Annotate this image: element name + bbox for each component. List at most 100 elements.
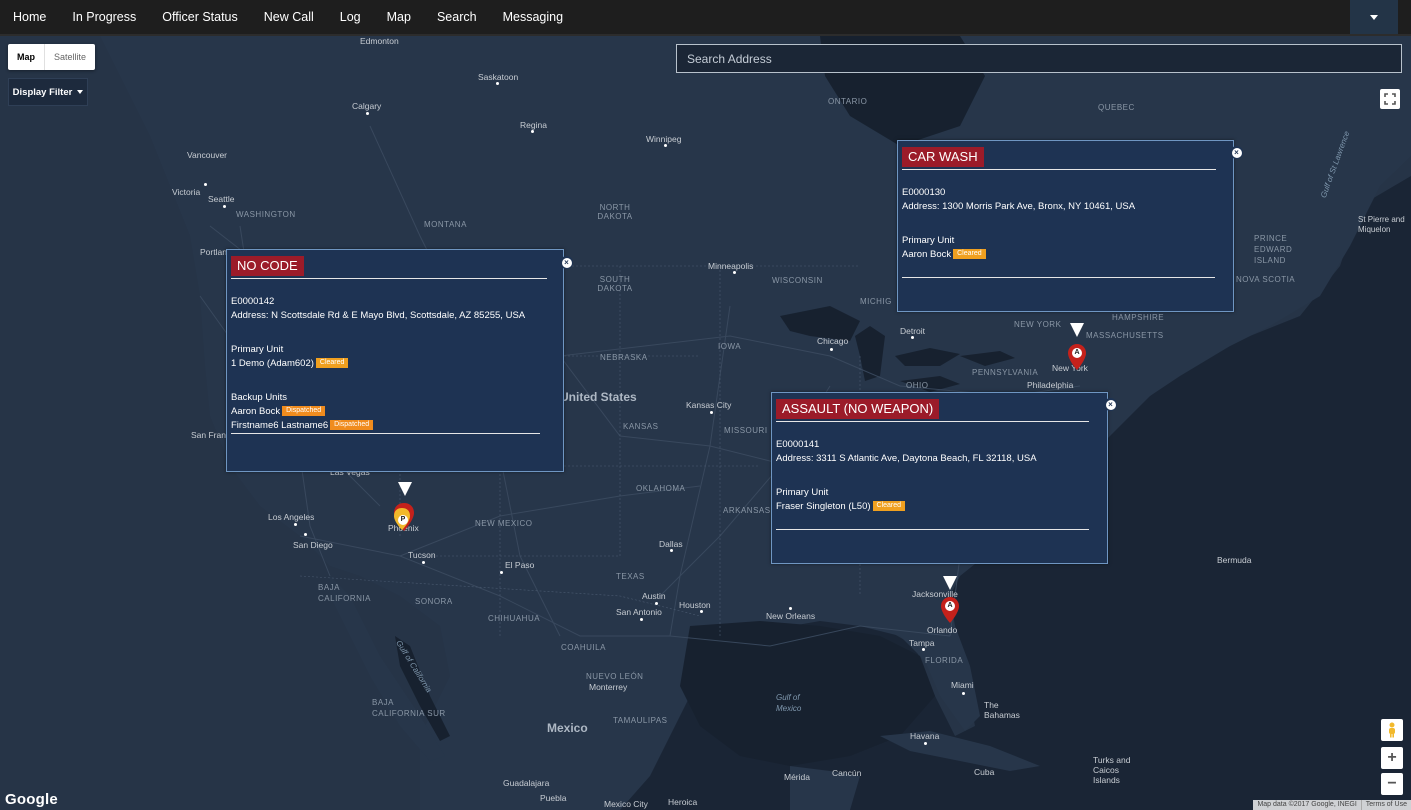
chevron-down-icon: [77, 90, 84, 94]
status-badge: Cleared: [953, 249, 986, 260]
map-type-satellite-button[interactable]: Satellite: [44, 44, 95, 70]
marker-letter: A: [945, 601, 955, 611]
zoom-out-button[interactable]: −: [1381, 773, 1403, 795]
label-bermuda: Bermuda: [1217, 555, 1252, 565]
label-hampshire: HAMPSHIRE: [1112, 313, 1165, 322]
label-regina: Regina: [520, 120, 547, 130]
close-icon: ×: [1231, 147, 1242, 158]
popup-close-button[interactable]: ×: [560, 256, 573, 269]
label-michigan: MICHIG: [860, 297, 892, 306]
label-new-mexico: NEW MEXICO: [475, 519, 533, 528]
map-canvas[interactable]: Edmonton Saskatoon Calgary Regina ONTARI…: [0, 36, 1411, 810]
label-pennsylvania: PENNSYLVANIA: [972, 368, 1039, 377]
popup-call-title: NO CODE: [231, 256, 304, 276]
top-navbar: Home In Progress Officer Status New Call…: [0, 0, 1411, 36]
status-badge: Dispatched: [282, 406, 326, 417]
popup-backup-label: Backup Units: [231, 392, 287, 403]
incident-marker-phoenix[interactable]: P: [390, 482, 420, 542]
label-kansas-city: Kansas City: [686, 400, 732, 410]
label-austin: Austin: [642, 591, 666, 601]
nav-messaging[interactable]: Messaging: [490, 0, 576, 34]
nav-search[interactable]: Search: [424, 0, 490, 34]
display-filter-button[interactable]: Display Filter: [8, 78, 88, 106]
marker-letter: A: [1072, 348, 1082, 358]
label-los-angeles: Los Angeles: [268, 512, 315, 522]
label-chihuahua: CHIHUAHUA: [488, 614, 541, 623]
label-iowa: IOWA: [718, 342, 742, 351]
nav-in-progress[interactable]: In Progress: [59, 0, 149, 34]
incident-marker-orlando[interactable]: A: [936, 576, 966, 626]
close-icon: ×: [1105, 399, 1116, 410]
label-merida: Mérida: [784, 772, 810, 782]
label-ohio: OHIO: [906, 381, 929, 390]
label-chicago: Chicago: [817, 336, 849, 346]
label-missouri: MISSOURI: [724, 426, 768, 435]
label-gulf-mexico: Gulf of Mexico: [776, 693, 802, 713]
incident-popup-car-wash: CAR WASH E0000130 Address: 1300 Morris P…: [897, 140, 1234, 312]
popup-primary-unit: 1 Demo (Adam602): [231, 358, 314, 369]
label-miami: Miami: [951, 680, 974, 690]
label-united-states: United States: [560, 390, 637, 404]
label-cuba: Cuba: [974, 767, 995, 777]
label-monterrey: Monterrey: [589, 682, 628, 692]
nav-map[interactable]: Map: [374, 0, 424, 34]
nav-log[interactable]: Log: [327, 0, 374, 34]
label-turks-caicos: Turks and Caicos Islands: [1093, 755, 1131, 785]
display-filter-label: Display Filter: [12, 86, 73, 98]
label-texas: TEXAS: [616, 572, 645, 581]
label-seattle: Seattle: [208, 194, 235, 204]
nav-new-call[interactable]: New Call: [251, 0, 327, 34]
label-nebraska: NEBRASKA: [600, 353, 648, 362]
popup-primary-unit: Fraser Singleton (L50): [776, 501, 871, 512]
user-menu-dropdown[interactable]: [1350, 0, 1398, 34]
selected-arrow-icon: [1070, 323, 1084, 337]
popup-backup-unit: Aaron Bock: [231, 406, 281, 417]
label-puebla: Puebla: [540, 793, 567, 803]
popup-primary-unit: Aaron Bock: [902, 249, 952, 260]
popup-event-id: E0000130: [902, 187, 946, 198]
label-cancun: Cancún: [832, 768, 862, 778]
label-havana: Havana: [910, 731, 940, 741]
label-dallas: Dallas: [659, 539, 683, 549]
label-mexico-city: Mexico City: [604, 799, 648, 809]
popup-close-button[interactable]: ×: [1230, 146, 1243, 159]
popup-call-title: CAR WASH: [902, 147, 984, 167]
incident-popup-no-code: NO CODE E0000142 Address: N Scottsdale R…: [226, 249, 564, 472]
popup-body: E0000141 Address: 3311 S Atlantic Ave, D…: [776, 438, 1037, 514]
search-address-input[interactable]: [676, 44, 1402, 73]
zoom-in-button[interactable]: +: [1381, 747, 1403, 769]
nav-officer-status[interactable]: Officer Status: [149, 0, 251, 34]
label-san-diego: San Diego: [293, 540, 333, 550]
status-badge: Cleared: [315, 358, 349, 369]
incident-marker-new-york[interactable]: A: [1062, 323, 1092, 373]
label-san-francisco: San Fran: [191, 430, 226, 440]
street-view-pegman[interactable]: [1381, 719, 1403, 741]
label-victoria: Victoria: [172, 187, 201, 197]
nav-home[interactable]: Home: [0, 0, 59, 34]
popup-primary-label: Primary Unit: [776, 487, 829, 498]
label-calgary: Calgary: [352, 101, 382, 111]
label-philadelphia: Philadelphia: [1027, 380, 1074, 390]
popup-close-button[interactable]: ×: [1104, 398, 1117, 411]
popup-body: E0000130 Address: 1300 Morris Park Ave, …: [902, 186, 1135, 262]
label-ontario: ONTARIO: [828, 97, 868, 106]
popup-address: Address: 3311 S Atlantic Ave, Daytona Be…: [776, 453, 1037, 464]
label-oklahoma: OKLAHOMA: [636, 484, 686, 493]
popup-primary-label: Primary Unit: [231, 344, 284, 355]
label-sonora: SONORA: [415, 597, 453, 606]
popup-address: Address: N Scottsdale Rd & E Mayo Blvd, …: [231, 310, 526, 321]
label-winnipeg: Winnipeg: [646, 134, 682, 144]
label-tamaulipas: TAMAULIPAS: [613, 716, 668, 725]
label-edmonton: Edmonton: [360, 36, 399, 46]
label-coahuila: COAHUILA: [561, 643, 606, 652]
label-washington: WASHINGTON: [236, 210, 296, 219]
label-mexico: Mexico: [547, 721, 588, 735]
fullscreen-button[interactable]: [1380, 89, 1400, 109]
label-florida: FLORIDA: [925, 656, 964, 665]
label-quebec: QUEBEC: [1098, 103, 1135, 112]
incident-popup-assault: ASSAULT (NO WEAPON) E0000141 Address: 33…: [771, 392, 1108, 564]
map-attribution: Map data ©2017 Google, INEGI Terms of Us…: [1253, 800, 1411, 810]
terms-of-use-link[interactable]: Terms of Use: [1360, 800, 1411, 810]
map-type-map-button[interactable]: Map: [8, 44, 44, 70]
popup-body: E0000142 Address: N Scottsdale Rd & E Ma…: [231, 295, 525, 433]
